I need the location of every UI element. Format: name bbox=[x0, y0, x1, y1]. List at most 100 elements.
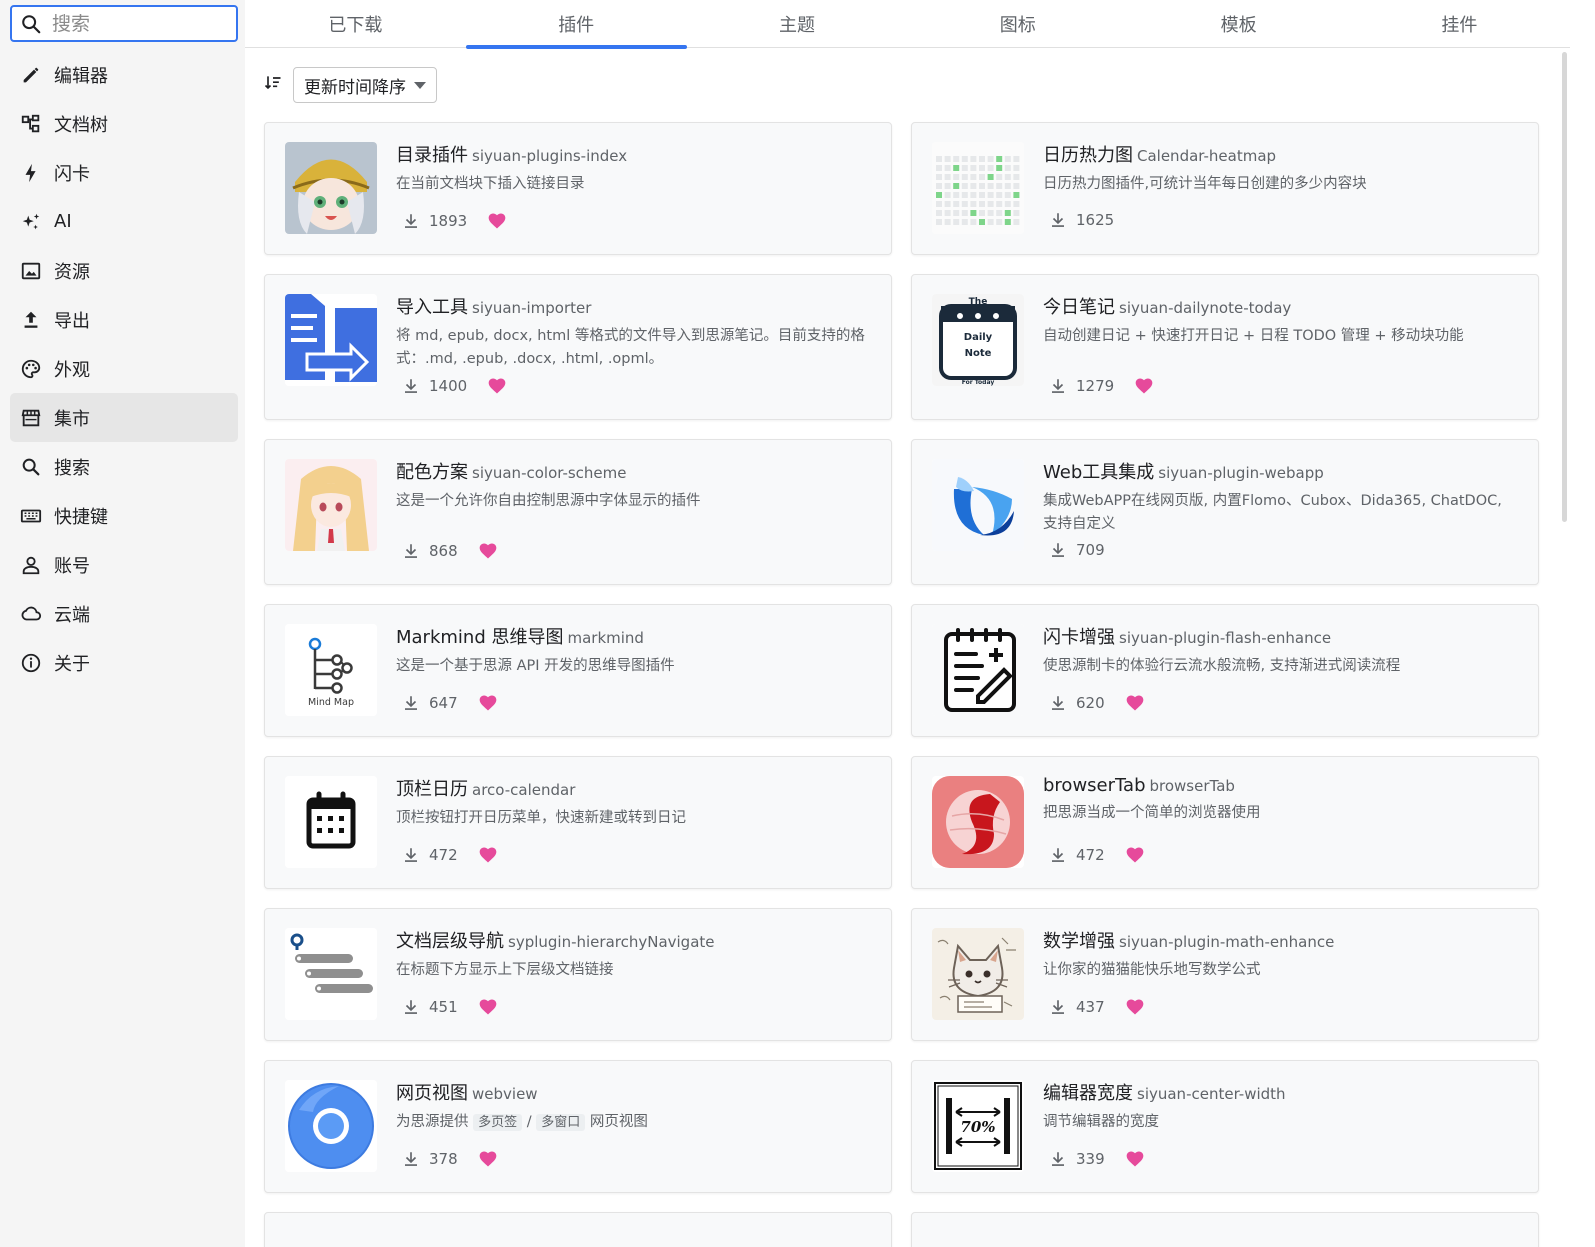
download-icon bbox=[1052, 696, 1064, 710]
tab-plugins[interactable]: 插件 bbox=[465, 0, 687, 49]
plugin-info: 闪卡增强 siyuan-plugin-flash-enhance 使思源制卡的体验… bbox=[1043, 623, 1518, 678]
plugin-card-partial[interactable] bbox=[264, 1212, 892, 1247]
sidebar-item-search[interactable]: 搜索 bbox=[10, 442, 238, 491]
heatmap-cell bbox=[987, 210, 994, 216]
svg-text:Note: Note bbox=[965, 348, 992, 359]
sidebar-item-cloud[interactable]: 云端 bbox=[10, 589, 238, 638]
sidebar-search-box[interactable] bbox=[10, 5, 238, 42]
sidebar-item-about[interactable]: 关于 bbox=[10, 638, 238, 687]
plugin-card[interactable]: 日历热力图 Calendar-heatmap 日历热力图插件,可统计当年每日创建的… bbox=[911, 122, 1539, 255]
heatmap-cell bbox=[961, 219, 968, 225]
plugin-package: siyuan-plugins-index bbox=[472, 147, 628, 165]
sidebar-item-ai[interactable]: AI bbox=[10, 197, 238, 246]
store-icon bbox=[20, 407, 42, 429]
plugin-thumbnail bbox=[932, 142, 1024, 234]
heatmap-cell bbox=[961, 183, 968, 189]
plugin-card[interactable]: 数学增强 siyuan-plugin-math-enhance 让你家的猫猫能快乐… bbox=[911, 908, 1539, 1041]
heatmap-cell bbox=[1004, 174, 1011, 180]
sidebar-item-appearance[interactable]: 外观 bbox=[10, 344, 238, 393]
sort-select-value: 更新时间降序 bbox=[304, 77, 406, 98]
plugin-title: browserTab browserTab bbox=[1043, 775, 1518, 796]
sidebar-item-label: 集市 bbox=[54, 408, 90, 430]
heatmap-cell bbox=[961, 201, 968, 207]
plugin-package: webview bbox=[472, 1085, 538, 1103]
tab-templates[interactable]: 模板 bbox=[1128, 0, 1349, 48]
plugin-card[interactable]: 导入工具 siyuan-importer 将 md, epub, docx, ht… bbox=[264, 274, 892, 420]
heatmap-cell bbox=[970, 183, 977, 189]
tab-downloaded[interactable]: 已下载 bbox=[245, 0, 466, 48]
heatmap-cell bbox=[1013, 192, 1020, 198]
tab-themes[interactable]: 主题 bbox=[687, 0, 908, 48]
heatmap-cell bbox=[996, 192, 1003, 198]
plugin-info: 文档层级导航 syplugin-hierarchyNavigate 在标题下方显示… bbox=[396, 927, 871, 982]
download-count: 451 bbox=[429, 998, 458, 1016]
plugin-info: browserTab browserTab 把思源当成一个简单的浏览器使用 bbox=[1043, 775, 1518, 825]
heatmap-cell bbox=[944, 192, 951, 198]
plugin-package: syplugin-hierarchyNavigate bbox=[508, 933, 715, 951]
sidebar-item-keymap[interactable]: 快捷键 bbox=[10, 491, 238, 540]
plugin-card[interactable]: Web工具集成 siyuan-plugin-webapp 集成WebAPP在线网页… bbox=[911, 439, 1539, 585]
sidebar-item-editor[interactable]: 编辑器 bbox=[10, 50, 238, 99]
scrollbar-thumb[interactable] bbox=[1562, 52, 1567, 522]
download-icon bbox=[405, 696, 417, 710]
sort-select[interactable]: 更新时间降序 bbox=[293, 67, 437, 103]
heatmap-cell bbox=[979, 210, 985, 216]
download-icon bbox=[405, 379, 417, 393]
plugin-card[interactable]: 网页视图 webview 为思源提供 多页签 / 多窗口 网页视图 378 bbox=[264, 1060, 892, 1193]
plugin-name: 闪卡增强 bbox=[1043, 627, 1115, 648]
plugin-card[interactable]: 顶栏日历 arco-calendar 顶栏按钮打开日历菜单，快速新建或转到日记 4… bbox=[264, 756, 892, 889]
plugin-description: 这是一个基于思源 API 开发的思维导图插件 bbox=[396, 658, 675, 674]
plugin-card[interactable]: 文档层级导航 syplugin-hierarchyNavigate 在标题下方显示… bbox=[264, 908, 892, 1041]
heatmap-cell bbox=[1013, 174, 1020, 180]
tab-icons[interactable]: 图标 bbox=[907, 0, 1128, 48]
plugin-card[interactable]: 70% 编辑器宽度 siyuan-center-width 调节编辑器的宽度 33… bbox=[911, 1060, 1539, 1193]
plugin-card[interactable]: 配色方案 siyuan-color-scheme 这是一个允许你自由控制思源中字体… bbox=[264, 439, 892, 585]
plugin-card[interactable]: Mind Map Markmind 思维导图 markmind 这是一个基于思源 … bbox=[264, 604, 892, 737]
sparkle-icon bbox=[20, 211, 42, 233]
plugin-card[interactable]: 闪卡增强 siyuan-plugin-flash-enhance 使思源制卡的体验… bbox=[911, 604, 1539, 737]
heatmap-cell bbox=[936, 156, 942, 162]
download-count: 1400 bbox=[429, 377, 468, 395]
heatmap-cell bbox=[979, 174, 985, 180]
heatmap-cell bbox=[979, 219, 985, 225]
heatmap-cell bbox=[987, 192, 994, 198]
sidebar-item-filetree[interactable]: 文档树 bbox=[10, 99, 238, 148]
heatmap-cell bbox=[936, 174, 942, 180]
download-count: 472 bbox=[429, 846, 458, 864]
tab-widgets[interactable]: 挂件 bbox=[1349, 0, 1570, 48]
plugin-info: 目录插件 siyuan-plugins-index 在当前文档块下插入链接目录 bbox=[396, 141, 871, 196]
download-icon bbox=[1052, 379, 1064, 393]
sidebar-item-account[interactable]: 账号 bbox=[10, 540, 238, 589]
plugin-card[interactable]: 目录插件 siyuan-plugins-index 在当前文档块下插入链接目录 1… bbox=[264, 122, 892, 255]
heatmap-cell bbox=[996, 156, 1003, 162]
plugin-package: markmind bbox=[567, 629, 644, 647]
heatmap-cell bbox=[961, 192, 968, 198]
search-icon bbox=[20, 456, 42, 478]
heatmap-cell bbox=[996, 210, 1003, 216]
sidebar-search-input[interactable] bbox=[52, 12, 222, 35]
sidebar-item-label: 文档树 bbox=[54, 114, 108, 136]
sidebar-item-flashcard[interactable]: 闪卡 bbox=[10, 148, 238, 197]
heatmap-cell bbox=[996, 201, 1003, 207]
plugin-description: 这是一个允许你自由控制思源中字体显示的插件 bbox=[396, 493, 701, 509]
sidebar-item-label: AI bbox=[54, 211, 72, 232]
sidebar-item-marketplace[interactable]: 集市 bbox=[10, 393, 238, 442]
sidebar-item-label: 编辑器 bbox=[54, 65, 108, 87]
plugin-description: 让你家的猫猫能快乐地写数学公式 bbox=[1043, 962, 1261, 978]
description-text: 网页视图 bbox=[589, 1114, 648, 1130]
heart-icon bbox=[1135, 378, 1153, 394]
plugin-meta: 868 bbox=[402, 541, 498, 561]
plugin-card[interactable]: browserTab browserTab 把思源当成一个简单的浏览器使用 472 bbox=[911, 756, 1539, 889]
sidebar-item-export[interactable]: 导出 bbox=[10, 295, 238, 344]
plugin-title: 目录插件 siyuan-plugins-index bbox=[396, 141, 871, 167]
plugin-thumbnail bbox=[932, 624, 1024, 716]
heatmap-cell bbox=[970, 165, 977, 171]
plugin-thumbnail bbox=[285, 459, 377, 551]
sidebar-item-assets[interactable]: 资源 bbox=[10, 246, 238, 295]
plugin-card[interactable]: The Daily Note For Today 今日笔记 siyuan-dailyno… bbox=[911, 274, 1539, 420]
plugin-card-partial[interactable] bbox=[911, 1212, 1539, 1247]
plugin-package: siyuan-plugin-math-enhance bbox=[1119, 933, 1335, 951]
plugin-thumbnail bbox=[285, 928, 377, 1020]
heatmap-cell bbox=[936, 183, 942, 189]
heatmap-cell bbox=[979, 183, 985, 189]
